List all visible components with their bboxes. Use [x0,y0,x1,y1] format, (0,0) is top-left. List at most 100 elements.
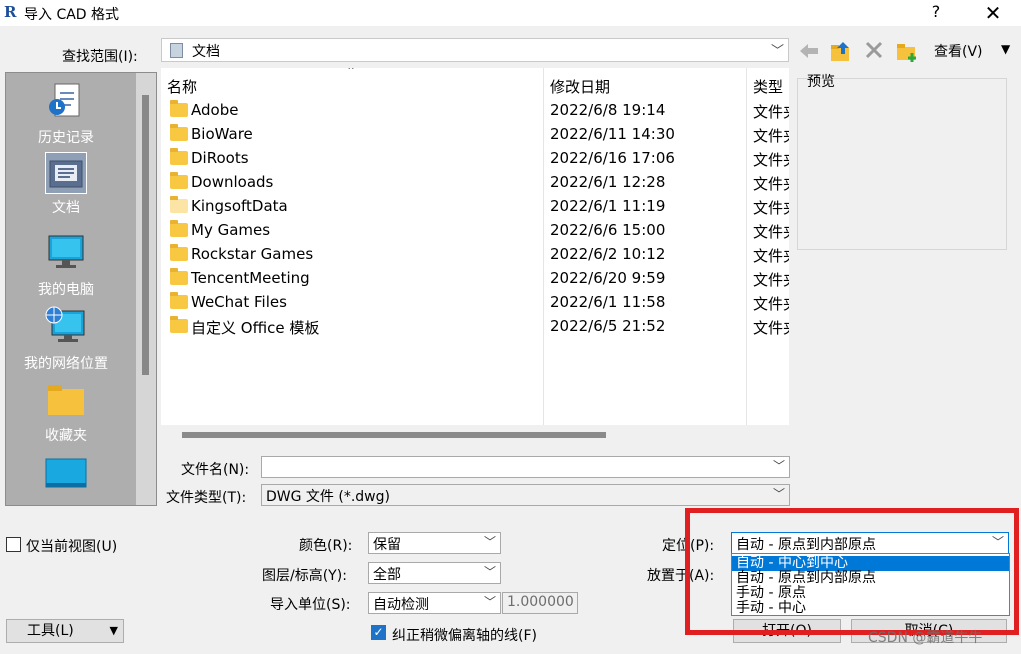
favorites-icon [14,383,118,421]
folder-icon [170,196,188,213]
folder-icon [170,316,188,333]
chevron-down-icon: ▼ [109,624,118,637]
folder-icon [170,292,188,309]
place-desktop[interactable] [14,457,118,499]
file-date: 2022/6/20 9:59 [550,269,666,287]
file-date: 2022/6/11 14:30 [550,125,675,143]
file-date: 2022/6/16 17:06 [550,149,675,167]
filetype-select[interactable]: DWG 文件 (*.dwg) ﹀ [261,484,790,506]
layers-select[interactable]: 全部 ﹀ [368,562,501,584]
column-header-type[interactable]: 类型 [753,76,783,97]
network-icon [14,305,118,349]
chevron-down-icon[interactable]: ﹀ [484,563,496,580]
lookin-value: 文档 [192,44,220,60]
revit-logo-icon: R [4,3,17,21]
watermark: CSDN @霸道牛牛 [868,630,983,646]
table-row[interactable]: 自定义 Office 模板 2022/6/5 21:52 文件夹 [161,314,789,338]
place-history[interactable]: 历史记录 [14,81,118,147]
preview-label: 预览 [807,74,835,90]
documents-small-icon [170,43,183,58]
folder-icon [170,244,188,261]
table-row[interactable]: KingsoftData 2022/6/1 11:19 文件夹 [161,194,789,218]
lookin-label: 查找范围(I): [62,49,138,65]
folder-icon [170,148,188,165]
desktop-icon [14,457,118,495]
table-row[interactable]: BioWare 2022/6/11 14:30 文件夹 [161,122,789,146]
file-type: 文件夹 [753,127,789,145]
chevron-down-icon[interactable]: ▼ [1001,42,1010,56]
current-view-only-label: 仅当前视图(U) [26,539,118,555]
column-header-name[interactable]: 名称 [167,76,197,97]
file-name: BioWare [191,125,253,143]
file-date: 2022/6/1 12:28 [550,173,666,191]
place-network[interactable]: 我的网络位置 [14,305,118,373]
file-date: 2022/6/1 11:19 [550,197,666,215]
filename-label: 文件名(N): [181,462,250,478]
file-name: WeChat Files [191,293,287,311]
horizontal-scroll-thumb[interactable] [182,432,606,438]
folder-icon [170,268,188,285]
file-type: 文件夹 [753,247,789,265]
annotation-highlight-box [685,508,1019,635]
places-scrollbar[interactable] [136,73,156,505]
current-view-only-checkbox[interactable] [6,537,21,552]
help-button[interactable]: ? [925,2,947,24]
table-row[interactable]: WeChat Files 2022/6/1 11:58 文件夹 [161,290,789,314]
column-header-date[interactable]: 修改日期 [550,76,610,97]
file-date: 2022/6/1 11:58 [550,293,666,311]
file-date: 2022/6/8 19:14 [550,101,666,119]
file-type: 文件夹 [753,319,789,337]
close-button[interactable]: ✕ [980,1,1006,25]
file-name: Rockstar Games [191,245,314,263]
file-name: 自定义 Office 模板 [191,319,320,337]
file-type: 文件夹 [753,295,789,313]
chevron-down-icon[interactable]: ﹀ [773,485,785,502]
file-type: 文件夹 [753,199,789,217]
import-units-select[interactable]: 自动检测 ﹀ [368,592,501,614]
file-list-scrollbar[interactable] [161,425,789,445]
sort-ascending-icon: ⌃ [346,68,357,78]
table-row[interactable]: TencentMeeting 2022/6/20 9:59 文件夹 [161,266,789,290]
up-folder-icon[interactable] [829,40,853,64]
table-row[interactable]: Adobe 2022/6/8 19:14 文件夹 [161,98,789,122]
chevron-down-icon[interactable]: ﹀ [484,593,496,610]
file-list[interactable]: 名称 ⌃ 修改日期 类型 Adobe2022/6/8 19:14文件夹BioWa… [161,68,789,425]
file-date: 2022/6/5 21:52 [550,317,666,335]
window-title: 导入 CAD 格式 [24,7,120,23]
folder-icon [170,100,188,117]
file-type: 文件夹 [753,271,789,289]
chevron-down-icon[interactable]: ﹀ [773,457,785,474]
folder-icon [170,124,188,141]
table-row[interactable]: DiRoots 2022/6/16 17:06 文件夹 [161,146,789,170]
folder-icon [170,220,188,237]
view-menu-button[interactable]: 查看(V) [934,41,983,61]
back-arrow-icon[interactable] [797,40,821,64]
tools-button[interactable]: 工具(L) ▼ [6,619,124,643]
table-row[interactable]: My Games 2022/6/6 15:00 文件夹 [161,218,789,242]
file-type: 文件夹 [753,151,789,169]
chevron-down-icon[interactable]: ﹀ [484,533,496,550]
new-folder-icon[interactable] [895,40,919,64]
place-computer[interactable]: 我的电脑 [14,233,118,299]
filename-input[interactable]: ﹀ [261,456,790,478]
table-row[interactable]: Downloads 2022/6/1 12:28 文件夹 [161,170,789,194]
documents-icon [45,152,87,194]
file-name: DiRoots [191,149,249,167]
lookin-dropdown[interactable]: 文档 ﹀ [161,38,789,62]
folder-icon [170,172,188,189]
table-row[interactable]: Rockstar Games 2022/6/2 10:12 文件夹 [161,242,789,266]
file-date: 2022/6/6 15:00 [550,221,666,239]
file-type: 文件夹 [753,175,789,193]
file-name: My Games [191,221,271,239]
import-units-label: 导入单位(S): [270,597,351,613]
correct-lines-checkbox[interactable]: ✓ [371,625,386,640]
file-date: 2022/6/2 10:12 [550,245,666,263]
place-favorites[interactable]: 收藏夹 [14,383,118,445]
color-select[interactable]: 保留 ﹀ [368,532,501,554]
places-scroll-thumb[interactable] [142,95,149,375]
place-documents[interactable]: 文档 [14,152,118,217]
filetype-label: 文件类型(T): [166,490,247,506]
preview-panel: 预览 [797,74,1007,250]
delete-icon[interactable] [862,40,886,64]
file-type: 文件夹 [753,223,789,241]
